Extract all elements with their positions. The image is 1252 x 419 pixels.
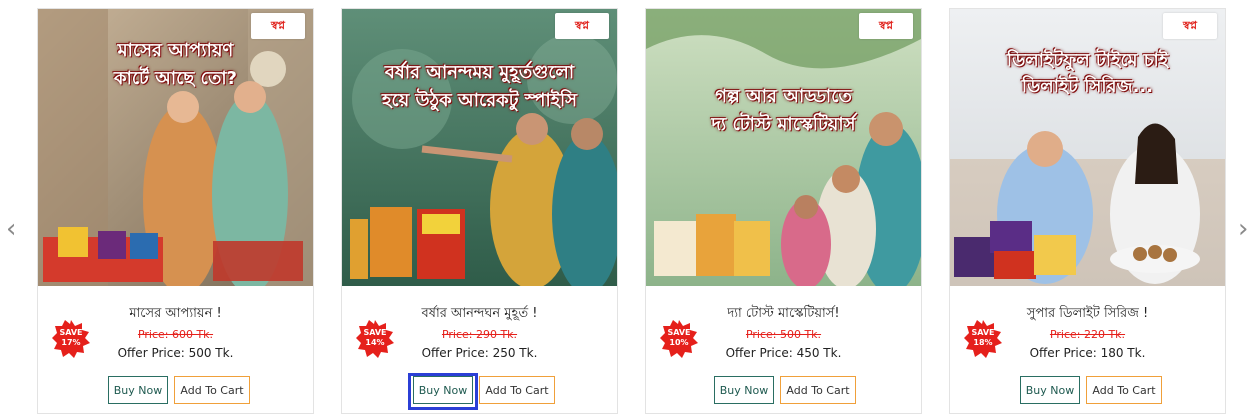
banner-headline-line1: গল্প আর আড্ডাতে [715, 86, 852, 107]
product-info: SAVE 18% সুপার ডিলাইট সিরিজ ! Price: 220 … [950, 286, 1225, 413]
product-info: SAVE 14% বর্ষার আনন্দঘন মুহূর্ত ! Price: … [342, 286, 617, 413]
banner-headline-line2: দ্য টোস্ট মাস্কেটিয়ার্স [711, 114, 856, 135]
product-info: SAVE 17% মাসের আপ্যায়ন ! Price: 600 Tk. … [38, 286, 313, 413]
original-price: Price: 500 Tk. [745, 328, 822, 341]
banner-headline-line1: ডিলাইটফুল টাইমে চাই [1006, 50, 1169, 71]
product-banner[interactable]: স্বপ্ন গল্প আর আড্ডাতে দ্য টোস্ট মাস্কেট… [646, 9, 921, 286]
banner-headline-line2: হয়ে উঠুক আরেকটু স্পাইসি [381, 90, 578, 111]
product-banner[interactable]: স্বপ্ন বর্ষার আনন্দময় মুহূর্তগুলো হয়ে … [342, 9, 617, 286]
offer-price: Offer Price: 500 Tk. [117, 346, 234, 360]
product-title[interactable]: দ্যা টোস্ট মাস্কেটিয়ার্স! [646, 304, 921, 325]
brand-logo: স্বপ্ন [555, 13, 609, 39]
original-price: Price: 600 Tk. [137, 328, 214, 341]
product-card: স্বপ্ন ডিলাইটফুল টাইমে চাই ডিলাইট সিরিজ.… [949, 8, 1226, 414]
carousel-prev-arrow-icon[interactable]: ‹ [6, 216, 16, 242]
offer-price: Offer Price: 450 Tk. [725, 346, 842, 360]
product-title[interactable]: মাসের আপ্যায়ন ! [38, 304, 313, 325]
carousel-next-arrow-icon[interactable]: › [1238, 216, 1248, 242]
add-to-cart-button[interactable]: Add To Cart [780, 376, 856, 404]
banner-headline-line2: ডিলাইট সিরিজ... [1021, 76, 1154, 97]
banner-headline-line1: বর্ষার আনন্দময় মুহূর্তগুলো [384, 62, 575, 83]
banner-illustration [646, 9, 921, 286]
original-price: Price: 290 Tk. [441, 328, 518, 341]
brand-logo: স্বপ্ন [1163, 13, 1217, 39]
add-to-cart-button[interactable]: Add To Cart [1086, 376, 1162, 404]
offer-price: Offer Price: 180 Tk. [1029, 346, 1146, 360]
product-banner[interactable]: স্বপ্ন ডিলাইটফুল টাইমে চাই ডিলাইট সিরিজ.… [950, 9, 1225, 286]
product-card: স্বপ্ন বর্ষার আনন্দময় মুহূর্তগুলো হয়ে … [341, 8, 618, 414]
product-card: স্বপ্ন মাসের আপ্যায়ণ কার্টে আছে তো? SAV… [37, 8, 314, 414]
banner-illustration [342, 9, 617, 286]
brand-logo: স্বপ্ন [251, 13, 305, 39]
brand-logo: স্বপ্ন [859, 13, 913, 39]
buy-now-button[interactable]: Buy Now [413, 376, 473, 404]
buy-now-button[interactable]: Buy Now [108, 376, 168, 404]
original-price: Price: 220 Tk. [1049, 328, 1126, 341]
product-info: SAVE 10% দ্যা টোস্ট মাস্কেটিয়ার্স! Price… [646, 286, 921, 413]
offer-price: Offer Price: 250 Tk. [421, 346, 538, 360]
product-title[interactable]: সুপার ডিলাইট সিরিজ ! [950, 304, 1225, 325]
product-banner[interactable]: স্বপ্ন মাসের আপ্যায়ণ কার্টে আছে তো? [38, 9, 313, 286]
add-to-cart-button[interactable]: Add To Cart [174, 376, 250, 404]
product-title[interactable]: বর্ষার আনন্দঘন মুহূর্ত ! [342, 304, 617, 325]
banner-headline-line2: কার্টে আছে তো? [114, 68, 237, 89]
add-to-cart-button[interactable]: Add To Cart [479, 376, 555, 404]
buy-now-button[interactable]: Buy Now [714, 376, 774, 404]
product-card: স্বপ্ন গল্প আর আড্ডাতে দ্য টোস্ট মাস্কেট… [645, 8, 922, 414]
buy-now-button[interactable]: Buy Now [1020, 376, 1080, 404]
banner-headline-line1: মাসের আপ্যায়ণ [117, 40, 234, 61]
